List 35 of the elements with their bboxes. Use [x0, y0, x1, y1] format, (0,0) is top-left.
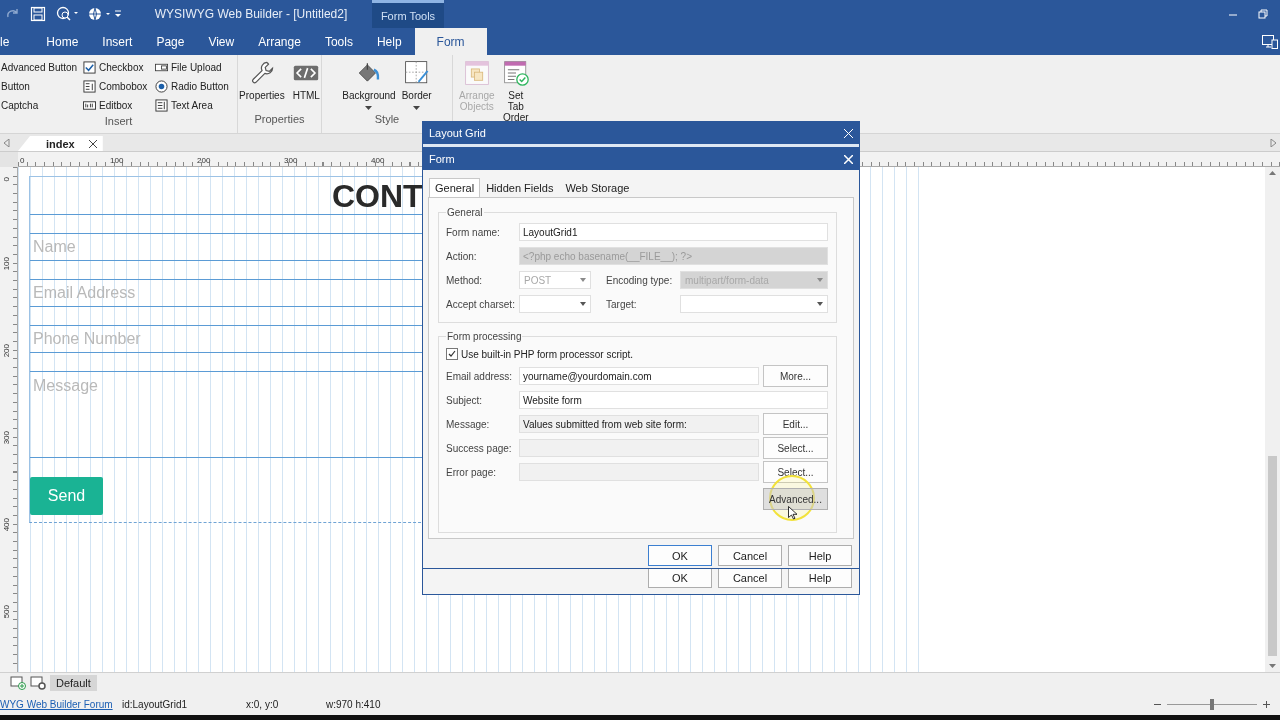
- window-title: WYSIWYG Web Builder - [Untitled2]: [153, 7, 349, 21]
- group-label: Properties: [253, 113, 306, 127]
- ruler-label: 0: [20, 156, 25, 165]
- group-label: Insert: [103, 115, 134, 129]
- ruler-label: 300: [284, 156, 298, 165]
- status-id: id:LayoutGrid1: [122, 698, 189, 710]
- field-label: Email address:: [446, 370, 514, 382]
- field-label: Error page:: [446, 466, 498, 478]
- context-tab-header: Form Tools: [372, 0, 444, 28]
- field-label: Accept charset:: [446, 298, 516, 310]
- ruler-label: 100: [110, 156, 124, 165]
- dialog-title: Layout Grid: [429, 127, 486, 139]
- ruler-label: 200: [2, 344, 11, 358]
- status-position: x:0, y:0: [246, 698, 280, 710]
- group-label: Style: [373, 113, 401, 127]
- ruler-label: 200: [197, 156, 211, 165]
- group-legend: General: [446, 207, 484, 218]
- status-size: w:970 h:410: [326, 698, 381, 710]
- field-label: Target:: [606, 298, 638, 310]
- field-label: Success page:: [446, 442, 513, 454]
- ruler-label: 0: [2, 176, 11, 181]
- group-legend: Form processing: [446, 331, 523, 342]
- ruler-label: 500: [2, 605, 11, 619]
- field-label: Message:: [446, 418, 491, 430]
- ruler-label: 300: [2, 431, 11, 445]
- field-label: Method:: [446, 274, 484, 286]
- ruler-label: 100: [2, 257, 11, 271]
- ruler-label: 400: [371, 156, 385, 165]
- field-label: Form name:: [446, 226, 501, 238]
- dialog-title: Form: [429, 153, 455, 165]
- ruler-label: 400: [2, 518, 11, 532]
- field-label: Subject:: [446, 394, 484, 406]
- field-label: Encoding type:: [606, 274, 674, 286]
- field-label: Action:: [446, 250, 478, 262]
- page-heading: CONT: [332, 178, 423, 214]
